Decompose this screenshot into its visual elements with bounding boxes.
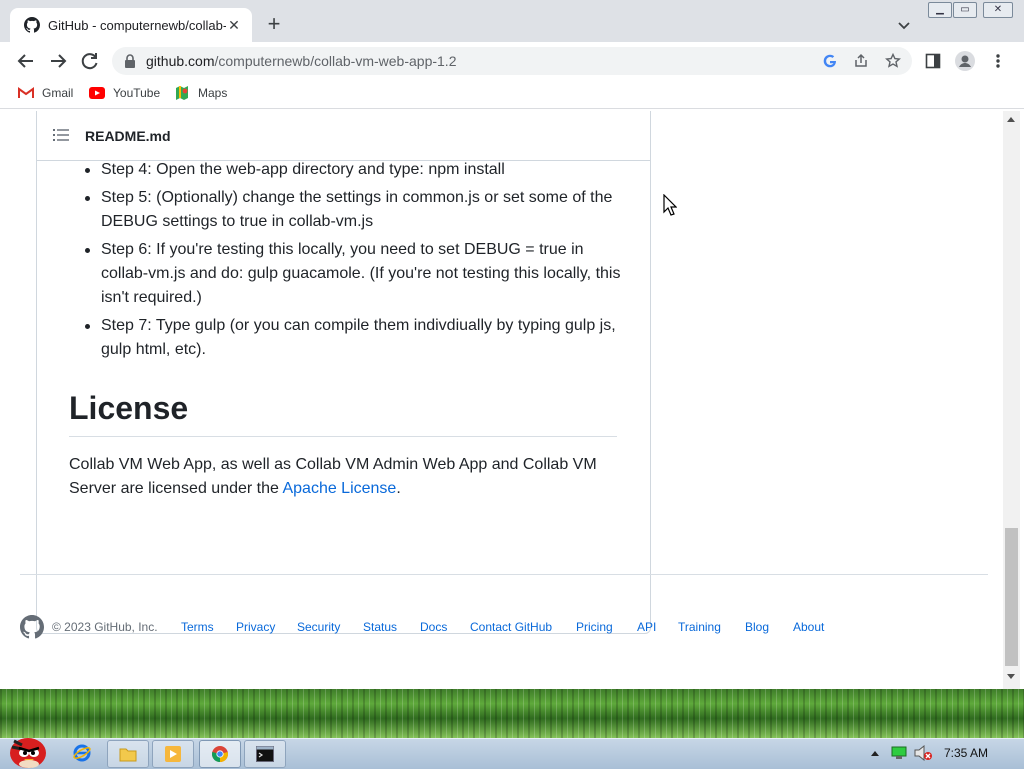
license-heading: License — [69, 390, 189, 426]
step-text: Step 5: (Optionally) change the settings… — [101, 189, 613, 230]
close-window-button[interactable]: ✕ — [983, 2, 1013, 18]
youtube-icon — [89, 87, 105, 99]
footer-link-blog[interactable]: Blog — [745, 620, 769, 634]
bullet — [85, 168, 90, 173]
bookmark-gmail[interactable]: Gmail — [18, 84, 73, 102]
readme-header: README.md — [37, 111, 650, 161]
mouse-cursor-icon — [663, 194, 677, 216]
new-tab-button[interactable]: + — [262, 13, 286, 37]
list-item: Step 5: (Optionally) change the settings… — [85, 186, 626, 234]
reload-icon[interactable] — [79, 50, 101, 72]
footer-link-pricing[interactable]: Pricing — [576, 620, 613, 634]
folder-icon — [119, 748, 137, 762]
license-paragraph: Collab VM Web App, as well as Collab VM … — [69, 453, 617, 501]
lock-icon[interactable] — [124, 54, 136, 68]
media-player-icon — [165, 746, 181, 762]
heading-divider — [69, 436, 617, 437]
url-host: github.com — [146, 53, 215, 69]
bullet — [85, 324, 90, 329]
internet-explorer-icon — [73, 744, 91, 762]
share-icon[interactable] — [853, 53, 869, 69]
network-icon[interactable] — [891, 746, 907, 760]
readme-filename[interactable]: README.md — [85, 128, 171, 144]
list-item: Step 7: Type gulp (or you can compile th… — [85, 314, 626, 362]
footer-link-api[interactable]: API — [637, 620, 656, 634]
footer-divider — [20, 574, 988, 575]
minimize-button[interactable]: ▁ — [928, 2, 952, 18]
taskbar-clock[interactable]: 7:35 AM — [944, 746, 988, 760]
footer-link-contact[interactable]: Contact GitHub — [470, 620, 552, 634]
step-text: Step 7: Type gulp (or you can compile th… — [101, 317, 616, 358]
bookmark-label: YouTube — [113, 86, 161, 100]
list-item: Step 4: Open the web-app directory and t… — [85, 158, 626, 182]
url-text: github.com/computernewb/collab-vm-web-ap… — [146, 53, 456, 69]
bookmark-label: Maps — [198, 86, 228, 100]
maximize-button[interactable]: ▭ — [953, 2, 977, 18]
list-item: Step 6: If you're testing this locally, … — [85, 238, 626, 310]
footer-copyright: © 2023 GitHub, Inc. — [52, 620, 158, 634]
footer-link-status[interactable]: Status — [363, 620, 397, 634]
maps-icon — [176, 86, 188, 100]
taskbar-explorer-button[interactable] — [107, 740, 149, 768]
address-bar[interactable]: github.com/computernewb/collab-vm-web-ap… — [112, 47, 912, 75]
chrome-icon — [212, 746, 228, 763]
forward-arrow-icon[interactable] — [47, 50, 69, 72]
back-arrow-icon[interactable] — [15, 50, 37, 72]
bookmark-youtube[interactable]: YouTube — [89, 84, 160, 102]
url-path: /computernewb/collab-vm-web-app-1.2 — [214, 53, 457, 69]
side-panel-icon[interactable] — [925, 53, 941, 69]
google-lens-icon[interactable] — [822, 53, 838, 69]
tab-title: GitHub - computernewb/collab-vm-web-app-… — [48, 18, 226, 33]
tab-github[interactable]: GitHub - computernewb/collab-vm-web-app-… — [10, 8, 252, 42]
license-text-end: . — [396, 480, 401, 497]
more-menu-icon[interactable] — [994, 52, 1002, 70]
tab-search-chevron-icon[interactable] — [893, 14, 915, 36]
bookmark-maps[interactable]: Maps — [174, 84, 227, 102]
taskbar-cmd-button[interactable] — [244, 740, 286, 768]
footer-link-docs[interactable]: Docs — [420, 620, 447, 634]
apache-license-link[interactable]: Apache License — [282, 480, 396, 497]
profile-avatar-icon[interactable] — [955, 51, 975, 71]
footer-link-security[interactable]: Security — [297, 620, 340, 634]
install-steps-list: Step 4: Open the web-app directory and t… — [85, 158, 626, 366]
step-text: Step 6: If you're testing this locally, … — [101, 241, 621, 306]
tray-expand-icon[interactable] — [870, 749, 880, 757]
github-footer-logo-icon[interactable] — [20, 615, 44, 639]
grass-texture — [0, 689, 1024, 738]
github-icon — [24, 17, 40, 33]
scroll-up-icon[interactable] — [1006, 115, 1016, 123]
tab-close-icon[interactable]: ✕ — [224, 15, 244, 35]
bookmark-label: Gmail — [42, 86, 74, 100]
step-text: Step 4: Open the web-app directory and t… — [101, 161, 505, 178]
gmail-icon — [18, 87, 34, 98]
footer-link-privacy[interactable]: Privacy — [236, 620, 275, 634]
command-prompt-icon — [256, 746, 274, 762]
taskbar-chrome-button[interactable] — [199, 740, 241, 768]
bullet — [85, 196, 90, 201]
taskbar-media-player-button[interactable] — [152, 740, 194, 768]
bookmark-star-icon[interactable] — [885, 53, 901, 69]
footer-link-terms[interactable]: Terms — [181, 620, 214, 634]
outline-list-icon[interactable] — [53, 129, 69, 141]
scroll-down-icon[interactable] — [1006, 673, 1016, 681]
taskbar-ie-button[interactable] — [62, 740, 102, 766]
start-button-bird-icon[interactable] — [4, 731, 50, 768]
scrollbar-thumb[interactable] — [1005, 528, 1018, 666]
footer-link-training[interactable]: Training — [678, 620, 721, 634]
volume-muted-icon[interactable] — [914, 745, 932, 761]
bullet — [85, 248, 90, 253]
footer-link-about[interactable]: About — [793, 620, 824, 634]
